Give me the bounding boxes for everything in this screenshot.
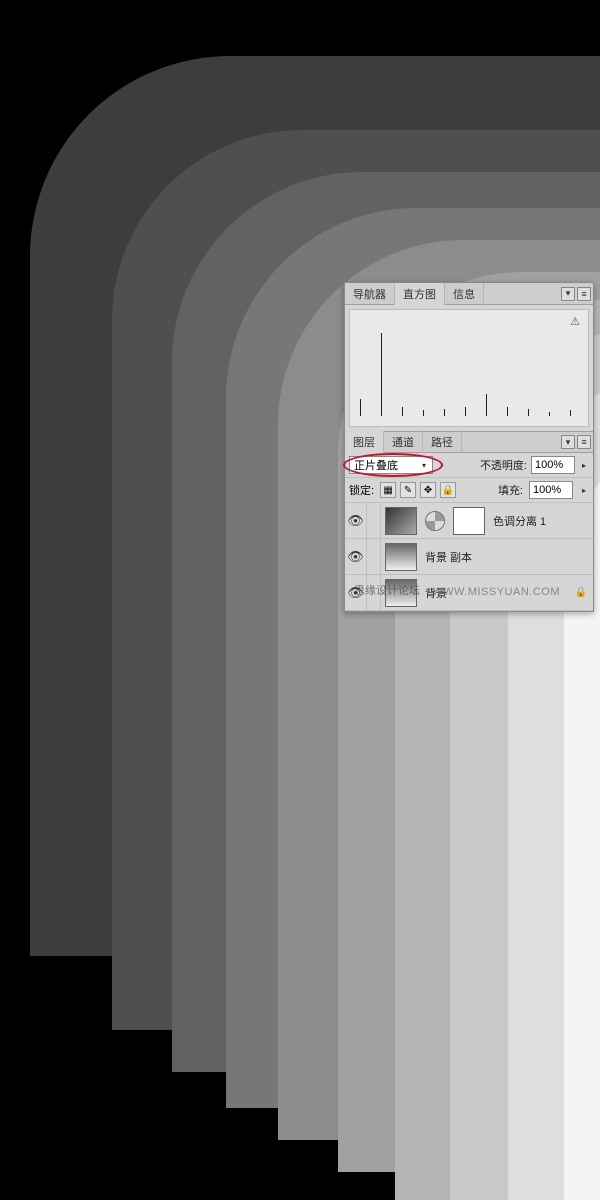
layer-thumbnail[interactable]: [385, 543, 417, 571]
opacity-input[interactable]: 100%: [531, 456, 575, 474]
watermark-url: WWW.MISSYUAN.COM: [432, 586, 560, 598]
tab-info[interactable]: 信息: [445, 283, 484, 305]
layers-panel-tabs: 图层 通道 路径 ▾ ≡: [345, 431, 593, 453]
mask-thumbnail[interactable]: [453, 507, 485, 535]
bar: [402, 407, 403, 416]
link-col[interactable]: [367, 503, 381, 538]
lock-icon: 🔒: [575, 587, 593, 598]
fill-input[interactable]: 100%: [529, 481, 573, 499]
bar: [381, 333, 382, 416]
bar: [570, 410, 571, 416]
layer-row[interactable]: 👁 背景 副本: [345, 539, 593, 575]
bar: [360, 399, 361, 416]
tab-navigator[interactable]: 导航器: [345, 283, 395, 305]
bar: [444, 409, 445, 416]
chevron-right-icon[interactable]: ▸: [579, 461, 589, 470]
lock-fill-row: 锁定: ▦ ✎ ✥ 🔒 填充: 100% ▸: [345, 478, 593, 503]
layer-name[interactable]: 背景 副本: [421, 549, 593, 565]
opacity-label: 不透明度:: [480, 457, 527, 473]
bar: [549, 412, 550, 416]
panel-minimize-icon[interactable]: ▾: [561, 287, 575, 301]
panel-minimize-icon[interactable]: ▾: [561, 435, 575, 449]
blend-mode-wrap: 正片叠底 ▾: [349, 456, 433, 474]
lock-label: 锁定:: [349, 482, 374, 498]
watermark-forum: 思缘设计论坛: [354, 582, 420, 598]
histogram-chart: ⚠: [349, 309, 589, 427]
blend-mode-select[interactable]: 正片叠底: [349, 456, 433, 474]
chevron-right-icon[interactable]: ▸: [579, 486, 589, 495]
tab-histogram[interactable]: 直方图: [395, 283, 445, 306]
lock-all-icon[interactable]: 🔒: [440, 482, 456, 498]
info-panel-tabs: 导航器 直方图 信息 ▾ ≡: [345, 283, 593, 305]
link-col[interactable]: [367, 539, 381, 574]
tab-paths[interactable]: 路径: [423, 431, 462, 453]
lock-position-icon[interactable]: ✥: [420, 482, 436, 498]
tab-channels[interactable]: 通道: [384, 431, 423, 453]
histogram-bars: [350, 324, 588, 416]
layer-thumbnail[interactable]: [385, 507, 417, 535]
bar: [423, 410, 424, 416]
visibility-eye-icon[interactable]: 👁: [345, 503, 367, 538]
bar: [486, 394, 487, 416]
layer-name[interactable]: 色调分离 1: [489, 513, 593, 529]
adjustment-icon: [425, 511, 445, 531]
bar: [528, 409, 529, 416]
lock-transparent-icon[interactable]: ▦: [380, 482, 396, 498]
tab-layers[interactable]: 图层: [345, 431, 384, 453]
visibility-eye-icon[interactable]: 👁: [345, 539, 367, 574]
panel-menu-icon[interactable]: ≡: [577, 287, 591, 301]
panel-menu-icon[interactable]: ≡: [577, 435, 591, 449]
layer-row[interactable]: 👁 色调分离 1: [345, 503, 593, 539]
blend-opacity-row: 正片叠底 ▾ 不透明度: 100% ▸: [345, 453, 593, 478]
lock-pixels-icon[interactable]: ✎: [400, 482, 416, 498]
bar: [465, 407, 466, 416]
bar: [507, 407, 508, 416]
fill-label: 填充:: [498, 482, 523, 498]
panels-container: 导航器 直方图 信息 ▾ ≡ ⚠ 图层 通道 路径 ▾ ≡: [344, 282, 594, 612]
